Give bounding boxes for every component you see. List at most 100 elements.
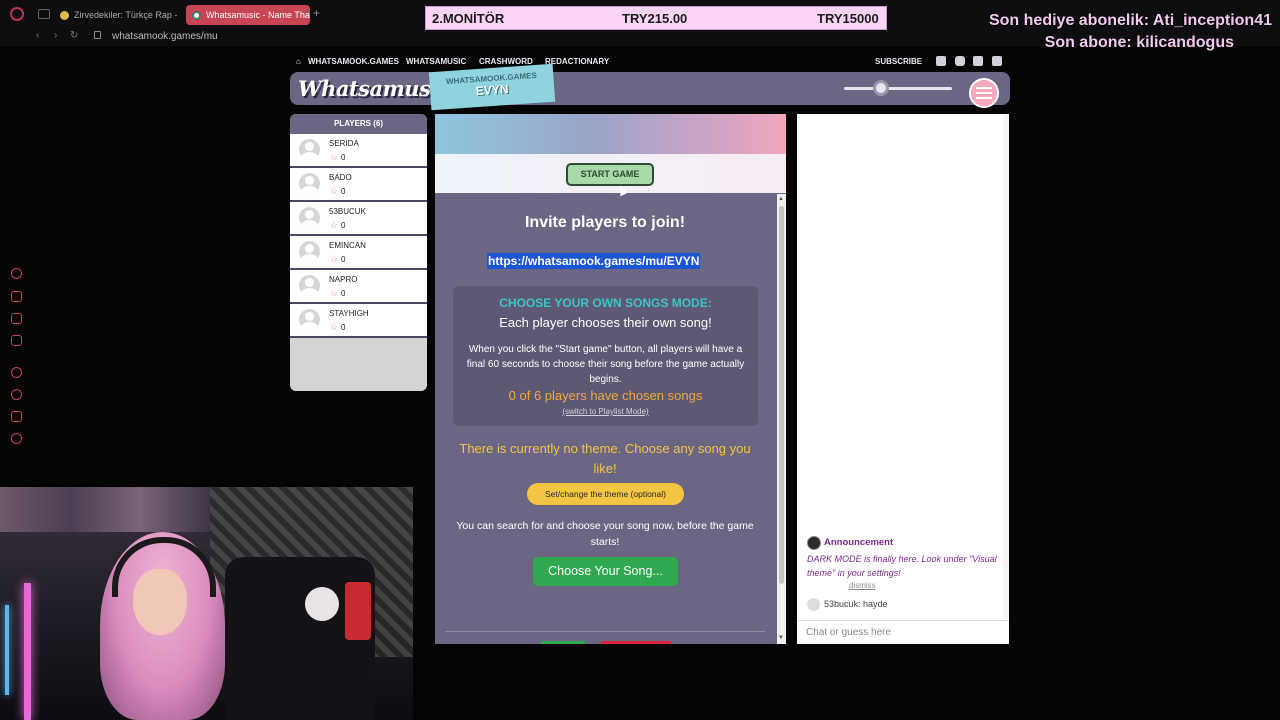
star-icon: ☆ xyxy=(330,254,339,264)
site-nav: ⌂ WHATSAMOOK.GAMES WHATSAMUSIC CRASHWORD… xyxy=(290,54,1010,68)
avatar-icon xyxy=(299,275,320,296)
tab-favicon-icon xyxy=(60,10,69,20)
star-icon: ☆ xyxy=(330,152,339,162)
dismiss-link[interactable]: dismiss xyxy=(849,581,876,590)
sidebar-messenger-icon[interactable] xyxy=(11,268,22,279)
nav-home-link[interactable]: WHATSAMOOK.GAMES xyxy=(308,57,399,66)
players-panel: PLAYERS (6) SERIDA ☆ 0 BADO ☆ 0 53BUCUK … xyxy=(290,114,427,391)
nav-whatsamusic-link[interactable]: WHATSAMUSIC xyxy=(406,57,466,66)
nav-redactionary-link[interactable]: REDACTIONARY xyxy=(545,57,609,66)
discord-icon[interactable] xyxy=(992,56,1002,66)
sidebar-notes-icon[interactable] xyxy=(11,313,22,324)
switch-playlist-mode-link[interactable]: (switch to Playlist Mode) xyxy=(453,407,758,416)
chat-message-text: 53bucuk: hayde xyxy=(824,599,888,609)
choose-song-button[interactable]: Choose Your Song... xyxy=(533,557,678,586)
player-row[interactable]: SERIDA ☆ 0 xyxy=(290,134,427,168)
star-icon: ☆ xyxy=(330,220,339,230)
volume-slider-knob[interactable] xyxy=(873,80,889,96)
announcement-title: Announcement xyxy=(824,537,894,548)
nav-crashword-link[interactable]: CRASHWORD xyxy=(479,57,533,66)
theme-status: There is currently no theme. Choose any … xyxy=(459,441,751,476)
instagram-icon[interactable] xyxy=(955,56,965,66)
reload-button[interactable]: ↻ xyxy=(70,30,78,41)
browser-logo-icon[interactable] xyxy=(10,7,24,21)
webcam-microphone xyxy=(345,582,371,640)
site-logo[interactable]: Whatsamusic xyxy=(298,76,451,101)
webcam-feed xyxy=(0,487,413,720)
mode-info-box: CHOOSE YOUR OWN SONGS MODE: Each player … xyxy=(453,286,758,426)
chat-message: 53bucuk: hayde xyxy=(807,597,888,611)
donation-label: 2.MONİTÖR xyxy=(432,10,505,26)
game-scroll-thumb[interactable] xyxy=(779,206,784,584)
url-field[interactable]: whatsamook.games/mu xyxy=(112,31,218,42)
sidebar-shop-icon[interactable] xyxy=(11,291,22,302)
last-sub-alert: Son abone: kilicandogus xyxy=(1044,34,1234,51)
player-score: 0 xyxy=(341,289,346,298)
hidden-green-button[interactable] xyxy=(541,641,585,644)
invite-link[interactable]: https://whatsamook.games/mu/EVYN xyxy=(487,253,701,269)
avatar-icon xyxy=(299,207,320,228)
avatar-icon xyxy=(299,241,320,262)
browser-tab-zirvedekiler[interactable]: Zirvedekiler: Türkçe Rap - xyxy=(54,5,178,25)
sidebar-settings-icon[interactable] xyxy=(11,433,22,444)
twitter-icon[interactable] xyxy=(936,56,946,66)
set-theme-button[interactable]: Set/change the theme (optional) xyxy=(527,483,684,505)
scroll-up-icon[interactable]: ▲ xyxy=(778,196,784,202)
browser-tab-whatsamusic[interactable]: Whatsamusic - Name That xyxy=(186,5,310,25)
webcam-neon-light xyxy=(5,605,9,695)
songs-chosen-status: 0 of 6 players have chosen songs xyxy=(508,388,703,403)
mode-subtitle: Each player chooses their own song! xyxy=(499,315,712,330)
announcement-avatar-icon xyxy=(807,536,821,550)
invite-heading: Invite players to join! xyxy=(524,214,686,231)
chat-input[interactable]: Chat or guess here xyxy=(797,620,1009,644)
sidebar-extensions-icon[interactable] xyxy=(11,411,22,422)
sidebar-player-icon[interactable] xyxy=(11,367,22,378)
sidebar-mail-icon[interactable] xyxy=(11,335,22,346)
tab-favicon-icon xyxy=(192,10,201,20)
avatar-icon xyxy=(299,309,320,330)
webcam-mask xyxy=(305,587,339,621)
player-row[interactable]: EMINCAN ☆ 0 xyxy=(290,236,427,270)
announcement-body: DARK MODE is finally here. Look under "V… xyxy=(807,554,997,578)
player-row[interactable]: BADO ☆ 0 xyxy=(290,168,427,202)
player-score: 0 xyxy=(341,153,346,162)
scroll-down-icon[interactable]: ▼ xyxy=(778,635,784,641)
donation-goal-bar: 2.MONİTÖR TRY215.00 TRY15000 xyxy=(425,6,887,30)
mode-title: CHOOSE YOUR OWN SONGS MODE: xyxy=(499,296,712,310)
forward-button[interactable]: › xyxy=(54,30,57,41)
gift-sub-alert: Son hediye abonelik: Ati_inception41 xyxy=(988,12,1272,29)
sidebar-history-icon[interactable] xyxy=(11,389,22,400)
nav-subscribe-link[interactable]: SUBSCRIBE xyxy=(875,57,922,66)
start-game-button[interactable]: START GAME xyxy=(566,163,654,186)
player-score: 0 xyxy=(341,187,346,196)
avatar-icon xyxy=(807,597,820,611)
player-name: EMINCAN xyxy=(329,241,366,250)
divider xyxy=(445,631,765,632)
back-button[interactable]: ‹ xyxy=(36,30,39,41)
tab-label: Whatsamusic - Name That xyxy=(206,10,310,20)
mode-description: When you click the "Start game" button, … xyxy=(466,344,745,385)
workspaces-icon[interactable] xyxy=(38,9,50,19)
donation-current: TRY215.00 xyxy=(622,10,688,26)
player-row[interactable]: 53BUCUK ☆ 0 xyxy=(290,202,427,236)
player-row[interactable]: NAPRO ☆ 0 xyxy=(290,270,427,304)
lock-icon xyxy=(94,31,101,39)
hamburger-menu-icon[interactable] xyxy=(969,78,999,108)
game-panel: START GAME Invite players to join! https… xyxy=(435,114,786,644)
player-name: STAYHIGH xyxy=(329,309,369,318)
webcam-headset xyxy=(112,537,216,597)
new-tab-button[interactable]: + xyxy=(313,6,320,20)
tiktok-icon[interactable] xyxy=(973,56,983,66)
volume-slider-track[interactable] xyxy=(844,87,952,90)
player-score: 0 xyxy=(341,323,346,332)
tab-label: Zirvedekiler: Türkçe Rap - xyxy=(74,10,178,20)
star-icon: ☆ xyxy=(330,288,339,298)
player-row[interactable]: STAYHIGH ☆ 0 xyxy=(290,304,427,338)
player-name: SERIDA xyxy=(329,139,359,148)
webcam-neon-light xyxy=(24,583,31,720)
chat-scrollbar[interactable] xyxy=(1003,114,1009,619)
hidden-red-button[interactable] xyxy=(601,641,671,644)
player-name: NAPRO xyxy=(329,275,358,284)
home-icon[interactable]: ⌂ xyxy=(296,57,301,66)
player-name: 53BUCUK xyxy=(329,207,366,216)
